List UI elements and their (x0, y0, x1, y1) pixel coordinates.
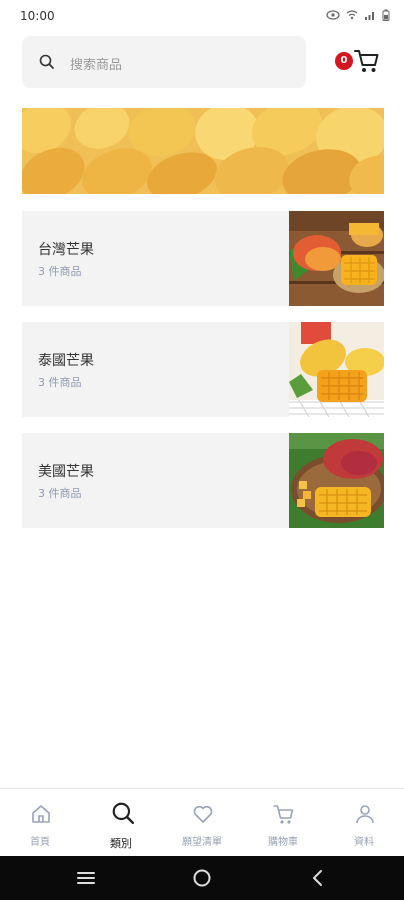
category-name: 泰國芒果 (38, 353, 94, 369)
taiwan-mango-thumbnail (289, 211, 384, 306)
eye-icon (326, 10, 340, 20)
search-icon (39, 54, 54, 69)
search-icon (112, 802, 135, 825)
us-mango-thumbnail (289, 433, 384, 528)
search-input[interactable]: 搜索商品 (70, 54, 122, 73)
android-nav-bar (0, 856, 404, 900)
category-name: 台灣芒果 (38, 242, 94, 258)
search-box[interactable]: 搜索商品 (22, 36, 306, 88)
cart-button[interactable]: 0 (334, 46, 382, 80)
menu-icon[interactable] (76, 869, 96, 887)
signal-icon (365, 12, 374, 20)
back-icon[interactable] (310, 869, 326, 887)
bottom-nav: 首頁 類別 願望清單 購物車 資料 (0, 788, 404, 857)
category-name: 美國芒果 (38, 464, 94, 480)
battery-icon (382, 9, 390, 21)
nav-label-cart: 購物車 (268, 837, 298, 848)
status-time: 10:00 (20, 9, 55, 23)
status-bar: 10:00 (0, 0, 404, 32)
nav-label-profile: 資料 (354, 837, 374, 848)
nav-label-category: 類別 (110, 837, 132, 850)
category-card-taiwan[interactable]: 台灣芒果 3 件商品 (22, 211, 384, 306)
category-count: 3 件商品 (38, 265, 82, 278)
category-count: 3 件商品 (38, 376, 82, 389)
category-card-usa[interactable]: 美國芒果 3 件商品 (22, 433, 384, 528)
nav-item-wishlist[interactable]: 願望清單 (162, 789, 242, 857)
nav-item-category[interactable]: 類別 (81, 789, 161, 857)
heart-icon (193, 805, 213, 823)
nav-label-wishlist: 願望清單 (182, 837, 222, 848)
category-count: 3 件商品 (38, 487, 82, 500)
wifi-icon (346, 10, 358, 20)
nav-item-home[interactable]: 首頁 (0, 789, 80, 857)
cart-icon (354, 50, 379, 72)
home-icon (32, 805, 50, 823)
promo-banner[interactable] (22, 108, 384, 194)
status-icons (326, 9, 390, 21)
home-button-icon[interactable] (192, 868, 212, 888)
category-card-thailand[interactable]: 泰國芒果 3 件商品 (22, 322, 384, 417)
nav-item-profile[interactable]: 資料 (324, 789, 404, 857)
mangoes-banner-image (22, 108, 384, 194)
thai-mango-thumbnail (289, 322, 384, 417)
user-icon (356, 805, 374, 824)
nav-item-cart[interactable]: 購物車 (243, 789, 323, 857)
cart-badge: 0 (335, 52, 353, 70)
cart-icon (273, 805, 294, 824)
nav-label-home: 首頁 (30, 837, 50, 848)
